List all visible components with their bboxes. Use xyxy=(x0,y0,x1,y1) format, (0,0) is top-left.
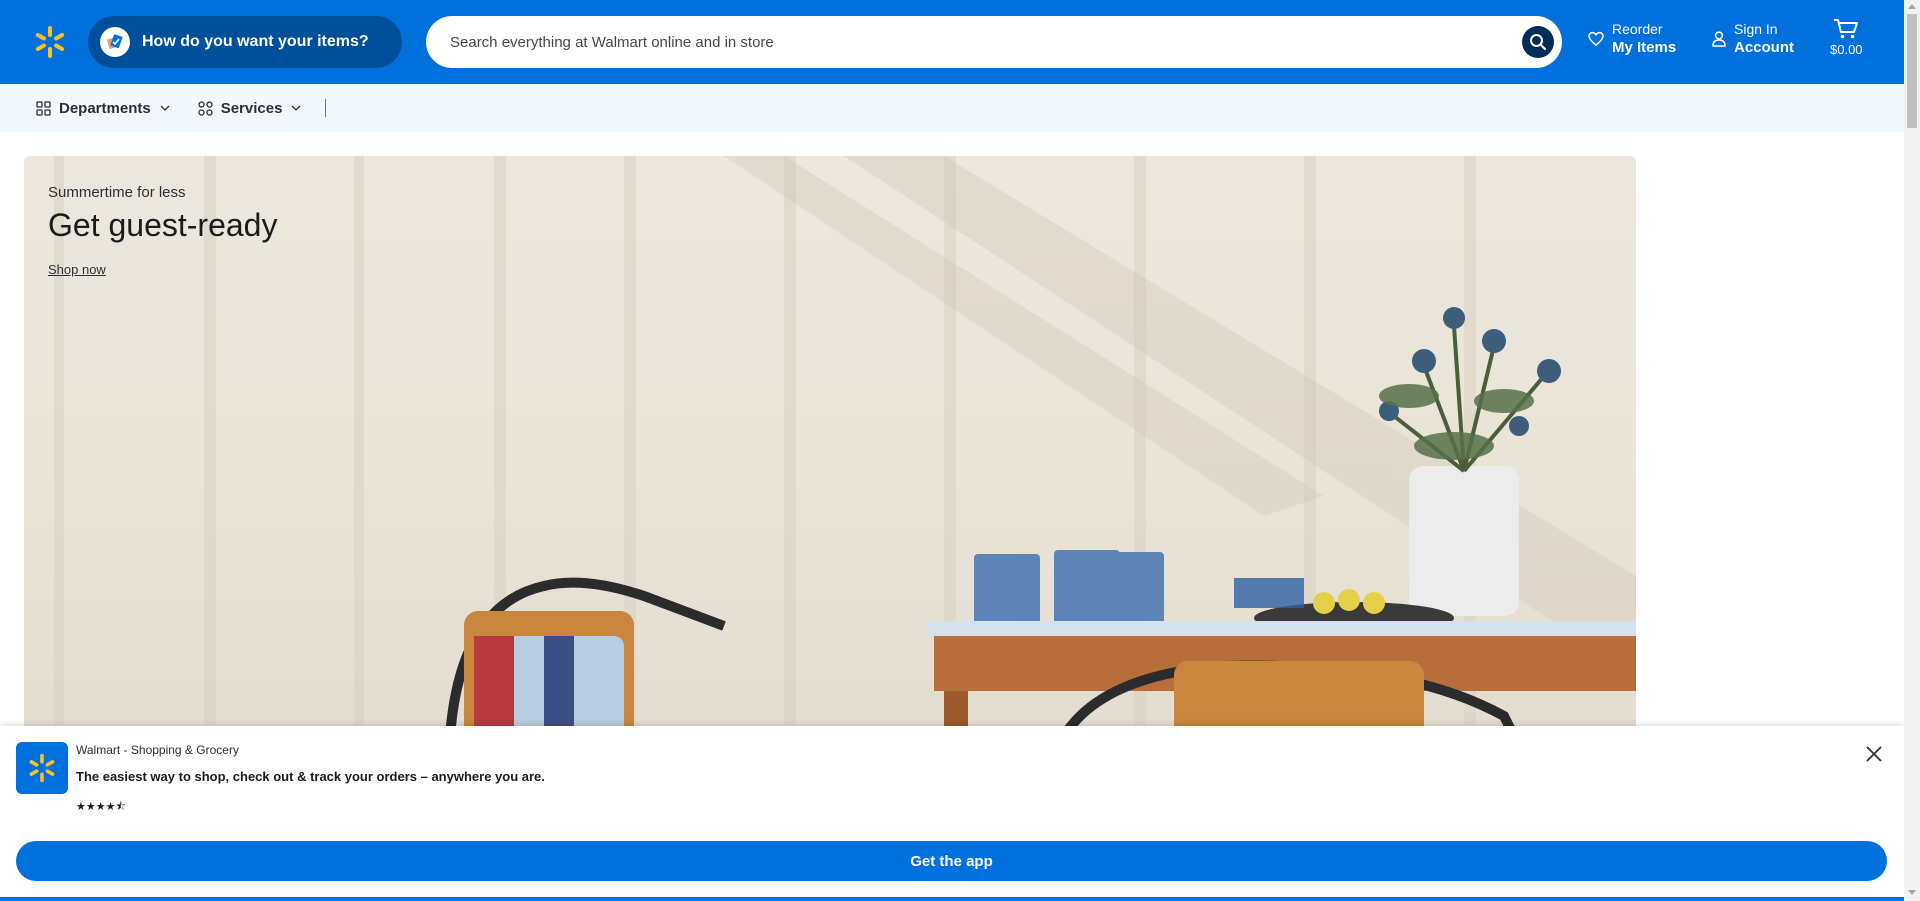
services-menu-button[interactable]: Services xyxy=(198,84,302,132)
sign-in-account-link[interactable]: Sign In Account xyxy=(1712,20,1794,58)
top-header: How do you want your items? Reorder My I… xyxy=(0,0,1904,84)
grid-icon xyxy=(36,100,51,116)
services-grid-icon xyxy=(198,100,213,116)
chevron-down-icon xyxy=(291,105,301,111)
fulfillment-label: How do you want your items? xyxy=(142,33,369,50)
search-button[interactable] xyxy=(1522,26,1554,58)
hero-text: Summertime for less Get guest-ready Shop… xyxy=(48,184,277,279)
fulfillment-icon xyxy=(100,27,130,57)
cart-amount: $0.00 xyxy=(1830,42,1863,57)
hero-kicker: Summertime for less xyxy=(48,184,186,201)
user-icon xyxy=(1712,31,1726,47)
app-download-banner: Walmart - Shopping & Grocery The easiest… xyxy=(0,726,1904,901)
get-the-app-button[interactable]: Get the app xyxy=(16,841,1887,881)
shop-now-link[interactable]: Shop now xyxy=(48,262,106,277)
rating-stars: ★★★★⯪ xyxy=(76,801,126,813)
heart-icon xyxy=(1588,31,1604,46)
scroll-thumb[interactable] xyxy=(1907,14,1917,128)
search-bar xyxy=(426,16,1562,68)
walmart-spark-logo[interactable] xyxy=(33,25,67,59)
services-label: Services xyxy=(220,99,283,117)
scroll-down-arrow[interactable] xyxy=(1908,890,1916,895)
chevron-down-icon xyxy=(160,105,170,111)
walmart-spark-icon xyxy=(29,753,55,783)
departments-label: Departments xyxy=(59,99,151,117)
hero-title: Get guest-ready xyxy=(48,207,278,243)
app-tagline: The easiest way to shop, check out & tra… xyxy=(76,769,545,784)
scroll-up-arrow[interactable] xyxy=(1908,4,1916,9)
fulfillment-selector-button[interactable]: How do you want your items? xyxy=(88,16,402,68)
secondary-nav: Departments Services xyxy=(0,84,1904,132)
reorder-my-items-link[interactable]: Reorder My Items xyxy=(1588,20,1676,58)
my-items-label: My Items xyxy=(1612,39,1677,56)
sign-in-label: Sign In xyxy=(1734,21,1778,37)
app-logo xyxy=(16,742,68,794)
app-name: Walmart - Shopping & Grocery xyxy=(76,743,239,757)
close-icon[interactable] xyxy=(1864,744,1884,764)
account-label: Account xyxy=(1734,39,1794,56)
bottom-accent-bar xyxy=(0,897,1904,901)
hero-banner[interactable]: Summertime for less Get guest-ready Shop… xyxy=(24,156,1636,746)
cart-icon xyxy=(1834,19,1859,39)
search-icon xyxy=(1530,34,1546,50)
nav-divider xyxy=(325,99,327,117)
search-input[interactable] xyxy=(450,16,1522,68)
page-scrollbar[interactable] xyxy=(1904,0,1920,901)
cart-button[interactable]: $0.00 xyxy=(1830,18,1863,57)
departments-menu-button[interactable]: Departments xyxy=(36,84,170,132)
reorder-label: Reorder xyxy=(1612,21,1663,37)
